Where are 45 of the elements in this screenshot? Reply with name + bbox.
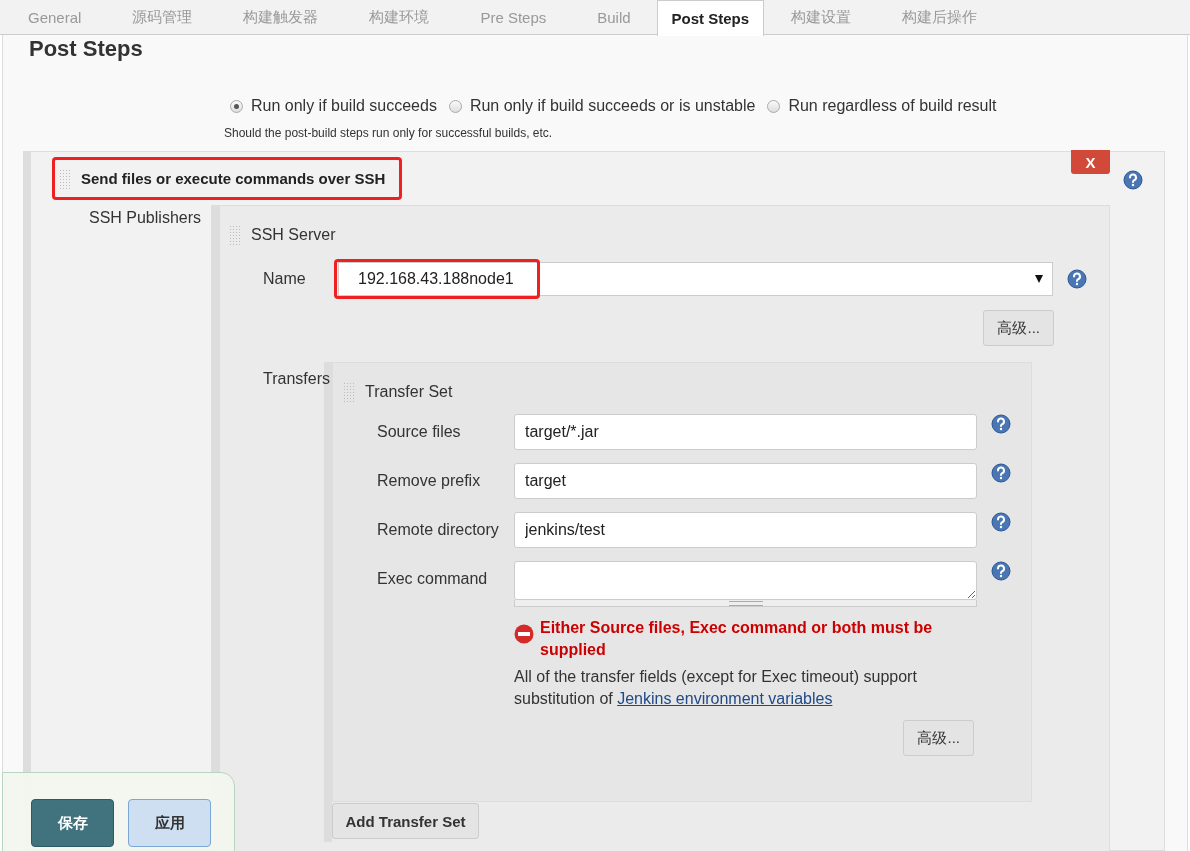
advanced-button[interactable]: 高级... [903,720,974,756]
field-label: Name [263,270,307,288]
add-transfer-set-button[interactable]: Add Transfer Set [332,803,479,839]
input-field[interactable]: target [514,463,977,499]
help-text: Should the post-build steps run only for successful builds, etc. [223,125,554,142]
radio-icon[interactable] [230,99,243,113]
error-icon [514,624,534,644]
help-icon[interactable] [991,463,1011,483]
radio-icon[interactable] [448,99,462,113]
delete-button[interactable]: X [1071,150,1110,174]
input-field[interactable]: target/*.jar [514,414,977,450]
radio-label: Run regardless of build result [788,97,997,115]
footer-button[interactable]: 应用 [128,799,211,847]
radio-option[interactable]: Run regardless of build result [767,94,997,118]
help-icon[interactable] [991,512,1011,532]
advanced-button[interactable]: 高级... [983,310,1054,346]
field-label: Exec command [377,569,489,588]
link[interactable]: Jenkins environment variables [617,690,833,707]
radio-option[interactable]: Run only if build succeeds or is unstable [448,94,756,118]
caret-icon [1035,275,1043,283]
tab[interactable]: Post Steps [656,0,765,36]
field-label: Remote directory [377,520,500,539]
radio-icon[interactable] [767,99,781,113]
field-label: Remove prefix [377,471,482,490]
footer-button[interactable]: 保存 [31,799,114,847]
textarea-field[interactable] [514,561,977,607]
help-icon[interactable] [1067,269,1087,289]
dropdown-value: 192.168.43.188node1 [358,270,514,288]
input-field[interactable]: jenkins/test [514,512,977,548]
radio-option[interactable]: Run only if build succeeds [230,94,437,118]
page-title: Post Steps [28,35,144,63]
help-icon[interactable] [991,414,1011,434]
section-title: Transfer Set [365,383,453,401]
help-icon[interactable] [1123,170,1143,190]
section-title: SSH Server [251,226,336,244]
description-text: All of the transfer fields (except for Exec timeout) support substitution of Jenkins environment variables [514,667,918,709]
field-label: Source files [377,422,462,441]
step-title: Send files or execute commands over SSH [81,170,386,187]
field-label: Transfers [263,370,330,387]
error-message: Either Source files, Exec command or both must be supplied [540,618,934,660]
name-dropdown[interactable]: 192.168.43.188node1 [338,262,1053,296]
field-label: SSH Publishers [88,209,201,226]
help-icon[interactable] [991,561,1011,581]
radio-label: Run only if build succeeds [251,97,437,115]
radio-label: Run only if build succeeds or is unstable [469,97,756,115]
